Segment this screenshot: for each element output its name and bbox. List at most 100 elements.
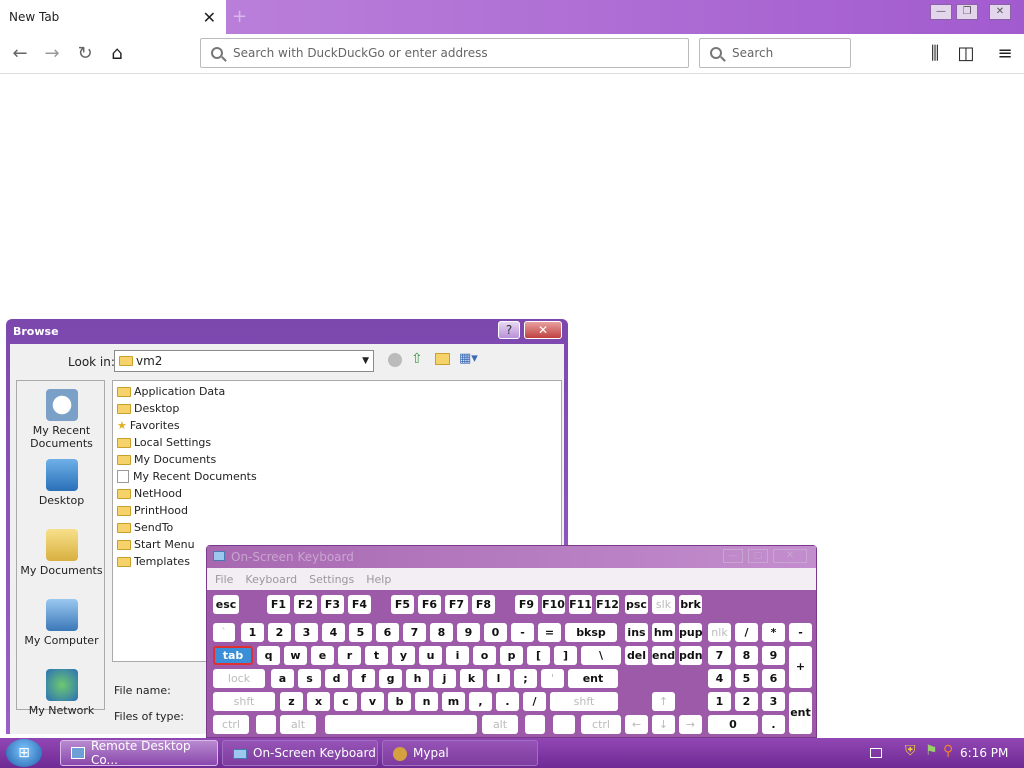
key-num-8[interactable]: 8 (430, 623, 453, 642)
taskbar-item-osk[interactable]: On-Screen Keyboard (222, 740, 378, 766)
key-home-6[interactable]: h (406, 669, 429, 688)
list-item[interactable]: PrintHood (117, 502, 188, 519)
key-fn-1[interactable]: F1 (267, 595, 290, 614)
key-bottom-12[interactable]: ↑ (652, 692, 675, 711)
key-top-5[interactable]: t (365, 646, 388, 665)
key-fn-10[interactable]: F10 (542, 595, 565, 614)
list-item[interactable]: ★ Favorites (117, 417, 180, 434)
key-space-8[interactable]: . (762, 715, 785, 734)
list-item[interactable]: Templates (117, 553, 190, 570)
key-fn-13[interactable]: psc (625, 595, 648, 614)
key-num-14[interactable]: ins (625, 623, 648, 642)
key-fn-3[interactable]: F3 (321, 595, 344, 614)
key-home-8[interactable]: k (460, 669, 483, 688)
key-top-4[interactable]: r (338, 646, 361, 665)
chevron-down-icon[interactable]: ▼ (362, 356, 369, 366)
key-home-2[interactable]: s (298, 669, 321, 688)
key-fn-6[interactable]: F6 (418, 595, 441, 614)
key-home-14[interactable]: 5 (735, 669, 758, 688)
list-item[interactable]: SendTo (117, 519, 173, 536)
network-icon[interactable]: ⚑ (925, 743, 938, 759)
key-bottom-1[interactable]: z (280, 692, 303, 711)
sidebar-icon[interactable]: ◫ (955, 43, 977, 65)
key-top-8[interactable]: i (446, 646, 469, 665)
place-desktop[interactable]: Desktop (17, 459, 106, 507)
key-home-12[interactable]: ent (568, 669, 618, 688)
key-space-3[interactable]: ctrl (581, 715, 621, 734)
key-space-2[interactable]: alt (482, 715, 518, 734)
key-num-17[interactable]: nlk (708, 623, 731, 642)
key-fn-2[interactable]: F2 (294, 595, 317, 614)
key-num-16[interactable]: pup (679, 623, 703, 642)
key-fn-9[interactable]: F9 (515, 595, 538, 614)
key-fn-11[interactable]: F11 (569, 595, 592, 614)
place-recent[interactable]: My Recent Documents (17, 389, 106, 450)
key-top-9[interactable]: o (473, 646, 496, 665)
key-top-10[interactable]: p (500, 646, 523, 665)
list-item[interactable]: Start Menu (117, 536, 195, 553)
taskbar-item-remote-desktop[interactable]: Remote Desktop Co... (60, 739, 218, 767)
key-home-5[interactable]: g (379, 669, 402, 688)
new-folder-icon[interactable] (435, 353, 450, 365)
key-num-9[interactable]: 9 (457, 623, 480, 642)
library-icon[interactable]: ⫼ (924, 43, 946, 65)
key-bottom-3[interactable]: c (334, 692, 357, 711)
key-top-0[interactable]: tab (213, 646, 253, 665)
close-button[interactable]: ✕ (989, 4, 1011, 20)
place-my-network[interactable]: My Network (17, 669, 106, 717)
menu-icon[interactable]: ≡ (994, 43, 1016, 65)
key-num-1[interactable]: 1 (241, 623, 264, 642)
key-bottom-13[interactable]: 1 (708, 692, 731, 711)
key-home-13[interactable]: 4 (708, 669, 731, 688)
key-fn-14[interactable]: slk (652, 595, 675, 614)
key-fn-12[interactable]: F12 (596, 595, 619, 614)
back-icon[interactable]: ← (9, 43, 31, 65)
key-fn-4[interactable]: F4 (348, 595, 371, 614)
list-item[interactable]: NetHood (117, 485, 182, 502)
key-top-1[interactable]: q (257, 646, 280, 665)
key-space-0[interactable]: ctrl (213, 715, 249, 734)
url-bar[interactable]: Search with DuckDuckGo or enter address (200, 38, 689, 68)
tab-new-tab[interactable]: New Tab ✕ (0, 0, 226, 34)
key-top-3[interactable]: e (311, 646, 334, 665)
list-item[interactable]: My Recent Documents (117, 468, 257, 485)
search-box[interactable]: Search (699, 38, 851, 68)
key-home-15[interactable]: 6 (762, 669, 785, 688)
key-num-10[interactable]: 0 (484, 623, 507, 642)
dialog-close-button[interactable]: ✕ (524, 321, 562, 339)
key-bottom-16[interactable]: ent (789, 692, 812, 734)
key-bottom-14[interactable]: 2 (735, 692, 758, 711)
key-top-6[interactable]: y (392, 646, 415, 665)
key-space-7[interactable]: 0 (708, 715, 758, 734)
key-top-16[interactable]: pdn (679, 646, 703, 665)
list-item[interactable]: My Documents (117, 451, 216, 468)
key-space-6[interactable]: → (679, 715, 702, 734)
key-home-3[interactable]: d (325, 669, 348, 688)
key-bottom-0[interactable]: shft (213, 692, 275, 711)
key-num-18[interactable]: / (735, 623, 758, 642)
key-top-2[interactable]: w (284, 646, 307, 665)
key-num-7[interactable]: 7 (403, 623, 426, 642)
clock[interactable]: 6:16 PM (960, 746, 1008, 760)
key-bottom-7[interactable]: m (442, 692, 465, 711)
key-bottom-8[interactable]: , (469, 692, 492, 711)
key-num-0[interactable]: ` (213, 623, 235, 642)
key-fn-0[interactable]: esc (213, 595, 239, 614)
key-fn-7[interactable]: F7 (445, 595, 468, 614)
key-fn-5[interactable]: F5 (391, 595, 414, 614)
key-bottom-4[interactable]: v (361, 692, 384, 711)
key-bottom-15[interactable]: 3 (762, 692, 785, 711)
key-top-17[interactable]: 7 (708, 646, 731, 665)
key-home-10[interactable]: ; (514, 669, 537, 688)
keyboard-tray-icon[interactable] (870, 748, 882, 758)
place-my-documents[interactable]: My Documents (17, 529, 106, 577)
new-tab-icon[interactable]: + (232, 6, 247, 27)
up-folder-icon[interactable]: ⇧ (411, 351, 423, 367)
key-bottom-9[interactable]: . (496, 692, 519, 711)
list-item[interactable]: Local Settings (117, 434, 211, 451)
key-num-5[interactable]: 5 (349, 623, 372, 642)
key-top-20[interactable]: + (789, 646, 812, 688)
key-space-win-right[interactable] (525, 715, 545, 734)
key-space-1[interactable]: alt (280, 715, 316, 734)
key-home-11[interactable]: ' (541, 669, 564, 688)
